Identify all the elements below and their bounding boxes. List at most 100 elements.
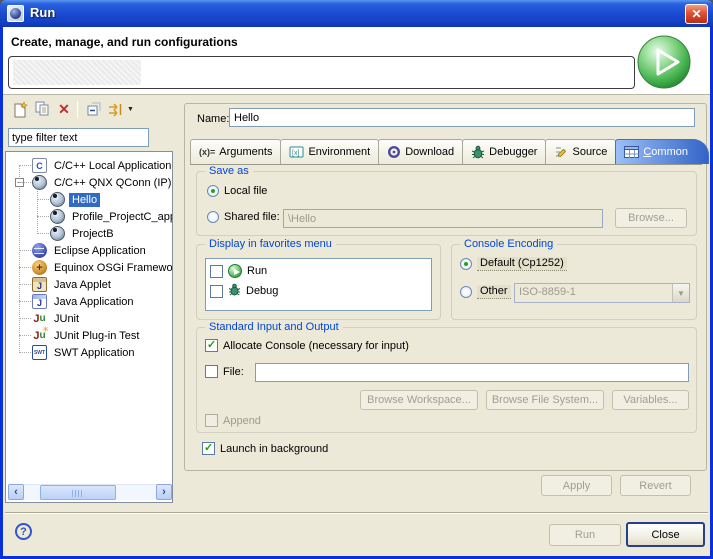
- tree-item-junit-plugin-test[interactable]: ✳ JUnit Plug-in Test: [6, 327, 172, 344]
- tree-item-swt-application[interactable]: SWT Application: [6, 344, 172, 361]
- equinox-osgi-icon: [32, 260, 47, 275]
- tab-arguments[interactable]: (x)= Arguments: [190, 139, 281, 164]
- tree-item-equinox-osgi[interactable]: Equinox OSGi Framework: [6, 259, 172, 276]
- tree-item-eclipse-application[interactable]: Eclipse Application: [6, 242, 172, 259]
- default-encoding-radio[interactable]: [460, 258, 472, 270]
- run-overview-icon: [635, 33, 693, 91]
- new-configuration-button[interactable]: [10, 99, 30, 119]
- tab-debugger[interactable]: Debugger: [462, 139, 546, 164]
- qnx-qconn-icon: [50, 192, 65, 207]
- junit-icon: [32, 311, 47, 326]
- arguments-icon: (x)=: [199, 147, 215, 157]
- duplicate-configuration-button[interactable]: [32, 99, 52, 119]
- console-encoding-group: Console Encoding Default (Cp1252) Other …: [451, 244, 697, 320]
- name-input[interactable]: [229, 108, 695, 127]
- qnx-qconn-icon: [50, 226, 65, 241]
- close-button[interactable]: Close: [626, 522, 705, 547]
- launch-in-background-checkbox[interactable]: [202, 442, 215, 455]
- allocate-console-option: Allocate Console (necessary for input): [205, 339, 409, 352]
- shared-file-input[interactable]: [283, 209, 603, 228]
- swt-application-icon: [32, 345, 47, 360]
- debug-icon: [228, 283, 241, 299]
- revert-button[interactable]: Revert: [620, 475, 691, 496]
- variables-button[interactable]: Variables...: [612, 390, 689, 410]
- close-icon[interactable]: ✕: [685, 4, 708, 24]
- source-icon: [554, 145, 568, 159]
- tab-common[interactable]: Common: [615, 139, 709, 164]
- apply-button[interactable]: Apply: [541, 475, 612, 496]
- qnx-qconn-icon: [32, 175, 47, 190]
- local-file-option: Local file: [207, 185, 267, 197]
- default-encoding-option: Default (Cp1252): [460, 257, 567, 271]
- browse-file-system-button[interactable]: Browse File System...: [486, 390, 604, 410]
- other-encoding-radio[interactable]: [460, 286, 472, 298]
- tree-item-java-application[interactable]: Java Application: [6, 293, 172, 310]
- favorites-list[interactable]: Run Debug: [205, 258, 432, 311]
- filter-icon[interactable]: [106, 99, 126, 119]
- scrollbar-track[interactable]: [24, 484, 156, 500]
- footer-separator: [5, 512, 708, 514]
- java-applet-icon: [32, 277, 47, 292]
- favorite-run-row[interactable]: Run: [210, 261, 427, 281]
- run-dialog-window: Run ✕ Create, manage, and run configurat…: [0, 0, 713, 559]
- file-path-input[interactable]: [255, 363, 689, 382]
- stdio-group: Standard Input and Output Allocate Conso…: [196, 327, 697, 433]
- tab-download[interactable]: Download: [378, 139, 463, 164]
- filter-input[interactable]: [8, 128, 149, 147]
- blurred-message-text: [13, 60, 141, 85]
- run-icon: [228, 264, 242, 278]
- window-icon: [7, 5, 24, 22]
- common-icon: [624, 146, 639, 158]
- browse-workspace-button[interactable]: Browse Workspace...: [360, 390, 478, 410]
- append-checkbox[interactable]: [205, 414, 218, 427]
- svg-text:[x]: [x]: [292, 150, 299, 157]
- tree-item-hello[interactable]: Hello: [6, 191, 172, 208]
- configurations-tree[interactable]: − C/C++ Local Application C/C++ QNX QCon…: [5, 151, 173, 503]
- file-checkbox[interactable]: [205, 365, 218, 378]
- combo-dropdown-icon[interactable]: ▼: [672, 284, 689, 302]
- tree-item-java-applet[interactable]: Java Applet: [6, 276, 172, 293]
- name-label: Name:: [197, 113, 229, 125]
- scrollbar-thumb[interactable]: [40, 485, 117, 500]
- scroll-left-icon[interactable]: ‹: [8, 484, 24, 500]
- other-encoding-option: Other: [460, 285, 511, 299]
- tree-item-projectb[interactable]: ProjectB: [6, 225, 172, 242]
- header-banner: Create, manage, and run configurations: [3, 27, 710, 95]
- environment-icon: [x]: [289, 146, 304, 159]
- tab-environment[interactable]: [x] Environment: [280, 139, 379, 164]
- message-box: [8, 56, 635, 89]
- tree-item-profile-projectc[interactable]: Profile_ProjectC_app: [6, 208, 172, 225]
- help-icon[interactable]: ?: [15, 523, 32, 540]
- local-file-radio[interactable]: [207, 185, 219, 197]
- favorite-debug-row[interactable]: Debug: [210, 281, 427, 301]
- favorite-debug-checkbox[interactable]: [210, 285, 223, 298]
- run-button[interactable]: Run: [549, 524, 621, 546]
- toolbar-separator: [77, 101, 78, 118]
- favorite-run-checkbox[interactable]: [210, 265, 223, 278]
- configuration-panel: Name: (x)= Arguments [x] Environment: [184, 103, 707, 471]
- junit-plugin-icon: ✳: [32, 328, 47, 343]
- c-cpp-local-icon: [32, 158, 47, 173]
- title-bar[interactable]: Run ✕: [0, 0, 713, 27]
- allocate-console-checkbox[interactable]: [205, 339, 218, 352]
- tree-item-junit[interactable]: JUnit: [6, 310, 172, 327]
- dialog-body: Create, manage, and run configurations: [3, 27, 710, 556]
- tree-item-qnx-qconn[interactable]: C/C++ QNX QConn (IP): [6, 174, 172, 191]
- tab-source[interactable]: Source: [545, 139, 616, 164]
- shared-file-radio[interactable]: [207, 211, 219, 223]
- file-option: File:: [205, 365, 244, 378]
- browse-shared-button[interactable]: Browse...: [615, 208, 687, 228]
- encoding-combo[interactable]: ISO-8859-1 ▼: [514, 283, 690, 303]
- collapse-all-button[interactable]: [84, 99, 104, 119]
- tree-item-cpp-local[interactable]: C/C++ Local Application: [6, 157, 172, 174]
- save-as-group: Save as Local file Shared file: Browse..…: [196, 171, 697, 236]
- delete-configuration-button[interactable]: ✕: [54, 99, 74, 119]
- java-application-icon: [32, 294, 47, 309]
- filter-menu-dropdown-icon[interactable]: ▼: [127, 106, 134, 113]
- scroll-right-icon[interactable]: ›: [156, 484, 172, 500]
- tree-horizontal-scrollbar[interactable]: ‹ ›: [8, 484, 172, 500]
- debugger-icon: [471, 145, 485, 159]
- launch-in-background-option: Launch in background: [202, 442, 328, 455]
- eclipse-application-icon: [32, 243, 47, 258]
- download-icon: [387, 145, 401, 159]
